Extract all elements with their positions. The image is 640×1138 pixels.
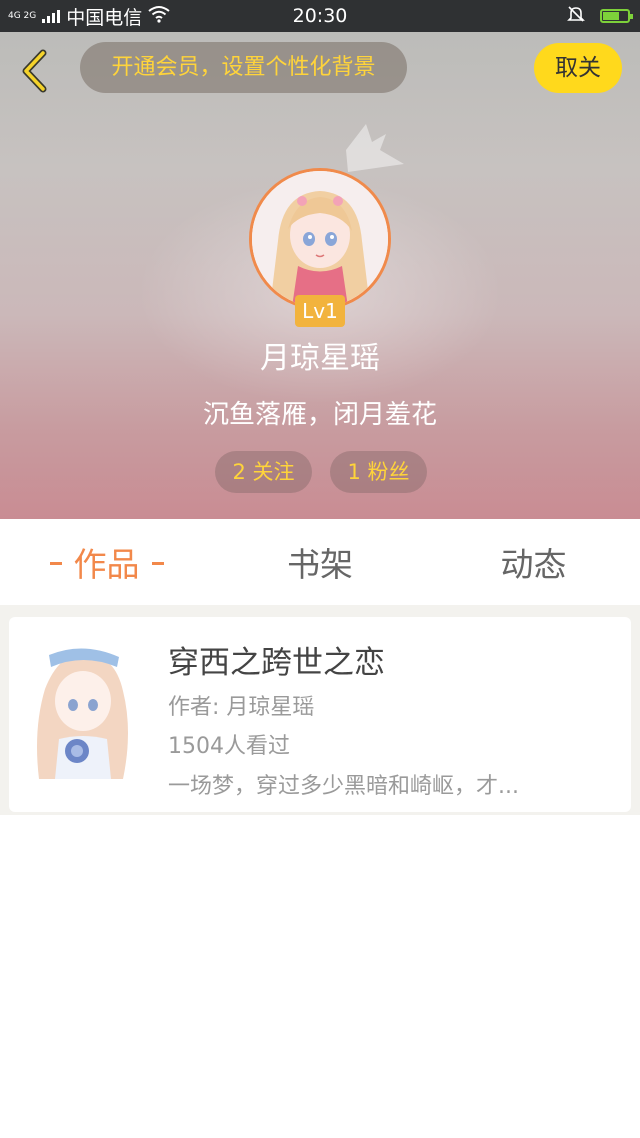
book-title: 穿西之跨世之恋 (168, 645, 385, 681)
status-bar: 4G 2G 中国电信 20:30 (0, 0, 640, 32)
book-author: 作者: 月琼星瑶 (168, 695, 315, 720)
work-item[interactable]: 穿西之跨世之恋 作者: 月琼星瑶 1504人看过 一场梦，穿过多少黑暗和崎岖，才… (9, 617, 631, 812)
chevron-left-icon (22, 49, 47, 93)
back-button[interactable] (14, 46, 54, 96)
signature: 沉鱼落雁，闭月羞花 (202, 400, 437, 430)
battery-icon (600, 9, 633, 23)
unfollow-button[interactable]: 取关 (534, 43, 622, 93)
status-time: 20:30 (292, 5, 348, 27)
tab-bookshelf[interactable]: 书架 (213, 519, 427, 605)
book-read-count: 1504人看过 (168, 734, 290, 759)
book-cover (19, 639, 144, 789)
tab-works[interactable]: 作品 (0, 519, 213, 605)
nickname: 月琼星瑶 (260, 341, 380, 376)
status-right (566, 0, 633, 32)
crown-icon (342, 120, 408, 184)
tab-active-indicator-left (49, 562, 62, 565)
tab-activity-label: 动态 (500, 545, 567, 584)
level-badge: Lv1 (295, 295, 345, 327)
following-count-button[interactable]: 2 关注 (215, 451, 312, 493)
tab-activity[interactable]: 动态 (427, 519, 640, 605)
tab-bar: 作品 书架 动态 (0, 519, 640, 605)
vip-background-promo[interactable]: 开通会员，设置个性化背景 (80, 42, 407, 93)
tab-bookshelf-label: 书架 (287, 545, 353, 584)
fans-count-button[interactable]: 1 粉丝 (330, 451, 427, 493)
book-description: 一场梦，穿过多少黑暗和崎岖，才... (168, 774, 519, 799)
avatar[interactable] (249, 168, 391, 310)
tab-works-label: 作品 (73, 545, 140, 584)
tab-active-indicator-right (151, 562, 164, 565)
bell-muted-icon (566, 4, 586, 29)
